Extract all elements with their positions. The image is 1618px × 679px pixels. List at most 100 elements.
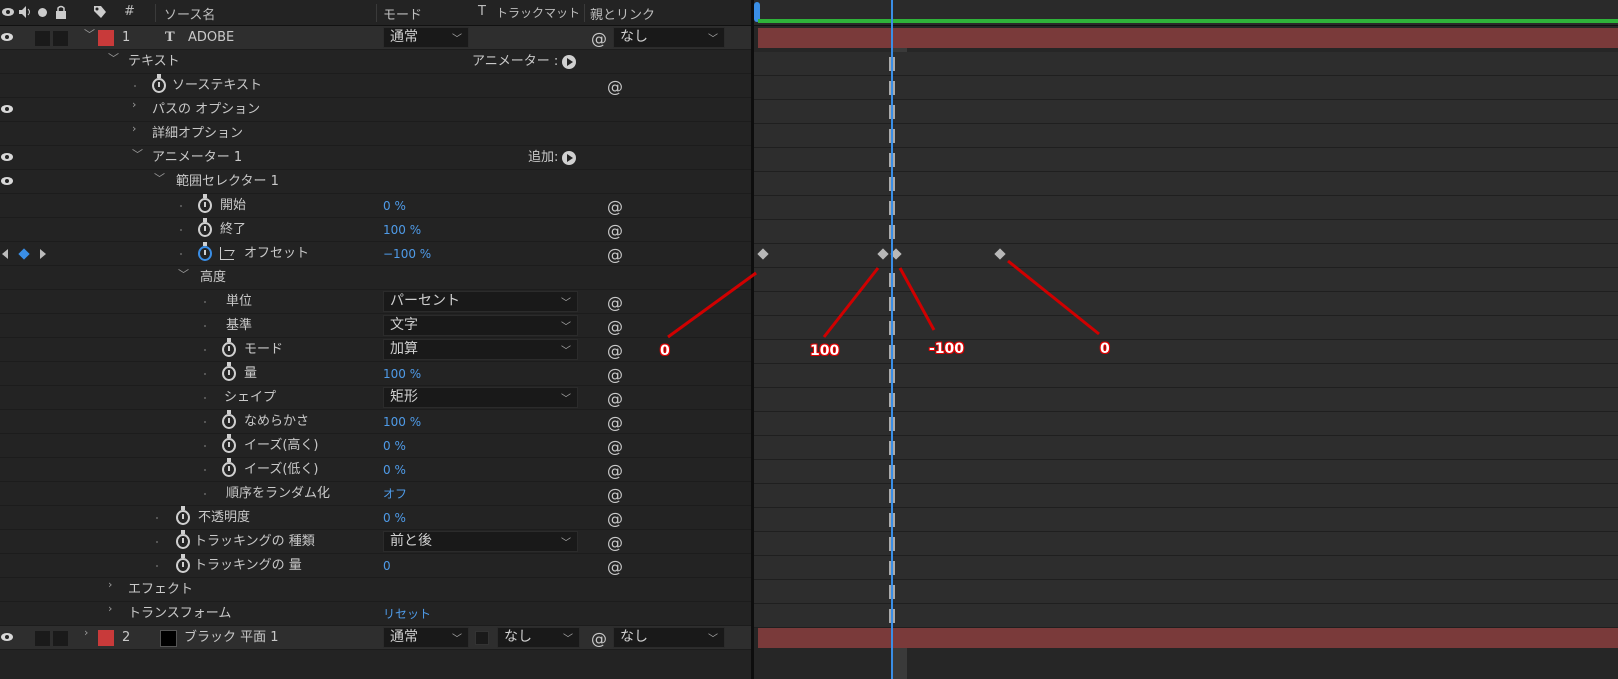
- prop-offset[interactable]: オフセット −100 % @: [0, 242, 751, 266]
- chevron-down-icon[interactable]: ﹀: [132, 146, 143, 162]
- label-tag-icon[interactable]: [93, 5, 107, 23]
- ease-low-value[interactable]: 0 %: [383, 458, 406, 482]
- prop-more-options[interactable]: › 詳細オプション: [0, 122, 751, 146]
- parent-select[interactable]: なし ﹀: [613, 27, 725, 48]
- chevron-right-icon[interactable]: ›: [132, 122, 136, 135]
- pickwhip-icon[interactable]: @: [607, 197, 623, 216]
- opacity-value[interactable]: 0 %: [383, 506, 406, 530]
- eye-icon[interactable]: [1, 5, 15, 19]
- pickwhip-icon[interactable]: @: [607, 293, 623, 312]
- prop-tracking-amount[interactable]: トラッキングの 量 0 @: [0, 554, 751, 578]
- prop-text[interactable]: ﹀ テキスト アニメーター :: [0, 50, 751, 74]
- preserve-transparency-toggle[interactable]: [475, 631, 489, 645]
- chevron-down-icon[interactable]: ﹀: [84, 26, 95, 42]
- eye-icon[interactable]: [0, 170, 16, 194]
- prop-effects[interactable]: › エフェクト: [0, 578, 751, 602]
- chevron-right-icon[interactable]: ›: [84, 626, 88, 639]
- solo-toggle[interactable]: [35, 31, 50, 46]
- prop-amount[interactable]: 量 100 % @: [0, 362, 751, 386]
- mode-select[interactable]: 加算 ﹀: [383, 339, 578, 360]
- solo-toggle[interactable]: [35, 631, 50, 646]
- add-menu[interactable]: 追加:: [528, 146, 577, 170]
- stopwatch-icon[interactable]: [176, 530, 190, 549]
- blend-mode-select[interactable]: 通常 ﹀: [383, 27, 469, 48]
- stopwatch-icon[interactable]: [198, 218, 212, 237]
- prop-ease-high[interactable]: イーズ(高く) 0 % @: [0, 434, 751, 458]
- eye-icon[interactable]: [0, 146, 16, 170]
- pickwhip-icon[interactable]: @: [607, 317, 623, 336]
- prev-keyframe-icon[interactable]: [2, 249, 8, 259]
- lock-toggle[interactable]: [53, 31, 68, 46]
- play-icon[interactable]: [562, 150, 577, 165]
- chevron-down-icon[interactable]: ﹀: [108, 50, 119, 66]
- pickwhip-icon[interactable]: @: [607, 509, 623, 528]
- pickwhip-icon[interactable]: @: [607, 341, 623, 360]
- stopwatch-icon[interactable]: [222, 458, 236, 477]
- ease-high-value[interactable]: 0 %: [383, 434, 406, 458]
- pickwhip-icon[interactable]: @: [607, 413, 623, 432]
- prop-shape[interactable]: シェイプ 矩形 ﹀ @: [0, 386, 751, 410]
- column-source-name[interactable]: ソース名: [164, 4, 215, 23]
- speaker-icon[interactable]: [18, 5, 32, 23]
- stopwatch-icon[interactable]: [198, 194, 212, 213]
- stopwatch-icon[interactable]: [222, 434, 236, 453]
- pickwhip-icon[interactable]: @: [607, 245, 623, 264]
- solo-icon[interactable]: [38, 8, 47, 17]
- stopwatch-icon[interactable]: [176, 554, 190, 573]
- eye-icon[interactable]: [0, 98, 16, 122]
- prop-end[interactable]: 終了 100 % @: [0, 218, 751, 242]
- prop-based-on[interactable]: 基準 文字 ﹀ @: [0, 314, 751, 338]
- pickwhip-icon[interactable]: @: [607, 437, 623, 456]
- chevron-right-icon[interactable]: ›: [108, 578, 112, 591]
- stopwatch-icon[interactable]: [222, 338, 236, 357]
- pickwhip-icon[interactable]: @: [591, 629, 607, 648]
- randomize-value[interactable]: オフ: [383, 482, 407, 506]
- pickwhip-icon[interactable]: @: [607, 485, 623, 504]
- keyframe-toggle-icon[interactable]: [18, 248, 30, 260]
- prop-advanced[interactable]: ﹀ 高度: [0, 266, 751, 290]
- prop-path-options[interactable]: › パスの オプション: [0, 98, 751, 122]
- timeline-graph[interactable]: 100 -100 0: [754, 0, 1618, 679]
- label-color-swatch[interactable]: [98, 630, 114, 646]
- stopwatch-icon[interactable]: [176, 506, 190, 525]
- based-on-select[interactable]: 文字 ﹀: [383, 315, 578, 336]
- prop-randomize-order[interactable]: 順序をランダム化 オフ @: [0, 482, 751, 506]
- prop-transform[interactable]: › トランスフォーム リセット: [0, 602, 751, 626]
- stopwatch-icon[interactable]: [222, 362, 236, 381]
- blend-mode-select[interactable]: 通常 ﹀: [383, 627, 469, 648]
- amount-value[interactable]: 100 %: [383, 362, 421, 386]
- smoothness-value[interactable]: 100 %: [383, 410, 421, 434]
- stopwatch-icon[interactable]: [152, 74, 166, 93]
- end-value[interactable]: 100 %: [383, 218, 421, 242]
- prop-mode[interactable]: モード 加算 ﹀ @: [0, 338, 751, 362]
- next-keyframe-icon[interactable]: [40, 249, 46, 259]
- shape-select[interactable]: 矩形 ﹀: [383, 387, 578, 408]
- eye-icon[interactable]: [0, 626, 16, 650]
- pickwhip-icon[interactable]: @: [607, 461, 623, 480]
- pickwhip-icon[interactable]: @: [607, 77, 623, 96]
- lock-icon[interactable]: [55, 5, 67, 23]
- pickwhip-icon[interactable]: @: [607, 221, 623, 240]
- prop-smoothness[interactable]: なめらかさ 100 % @: [0, 410, 751, 434]
- prop-units[interactable]: 単位 パーセント ﹀ @: [0, 290, 751, 314]
- chevron-right-icon[interactable]: ›: [132, 98, 136, 111]
- pickwhip-icon[interactable]: @: [591, 29, 607, 48]
- graph-icon[interactable]: [220, 247, 234, 260]
- play-icon[interactable]: [562, 54, 577, 69]
- prop-start[interactable]: 開始 0 % @: [0, 194, 751, 218]
- column-track-matte[interactable]: トラックマット: [496, 4, 580, 21]
- prop-source-text[interactable]: ソーステキスト @: [0, 74, 751, 98]
- chevron-down-icon[interactable]: ﹀: [178, 266, 189, 282]
- column-parent-link[interactable]: 親とリンク: [590, 4, 655, 23]
- pickwhip-icon[interactable]: @: [607, 533, 623, 552]
- label-color-swatch[interactable]: [98, 30, 114, 46]
- animator-menu[interactable]: アニメーター :: [472, 50, 577, 74]
- units-select[interactable]: パーセント ﹀: [383, 291, 578, 312]
- track-matte-select[interactable]: なし ﹀: [497, 627, 580, 648]
- layer-row-2[interactable]: › 2 ブラック 平面 1 通常 ﹀ なし ﹀ @ なし ﹀: [0, 626, 751, 650]
- prop-animator-1[interactable]: ﹀ アニメーター 1 追加:: [0, 146, 751, 170]
- tracking-type-select[interactable]: 前と後 ﹀: [383, 531, 578, 552]
- eye-icon[interactable]: [0, 26, 16, 50]
- layer-name[interactable]: ADOBE: [188, 26, 234, 50]
- column-mode[interactable]: モード: [383, 4, 422, 23]
